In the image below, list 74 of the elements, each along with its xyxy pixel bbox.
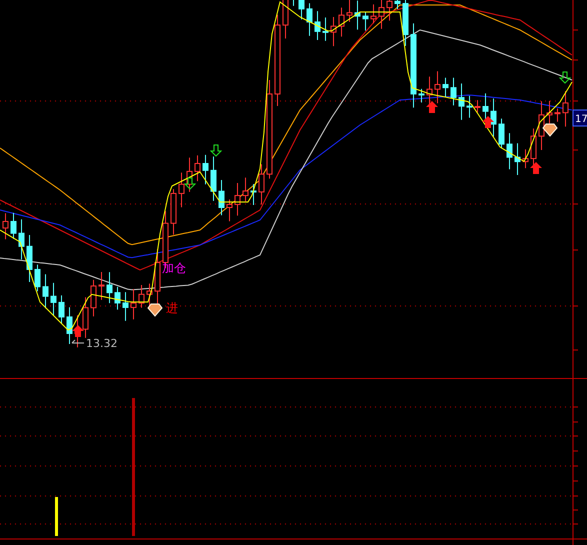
candlestick [98,271,104,300]
candlestick [354,0,360,30]
candlestick [466,95,472,118]
candlestick [506,132,512,170]
candlestick [170,188,176,236]
candlestick [42,274,48,309]
candlestick [458,83,464,120]
candlestick [426,76,432,106]
candlestick [306,2,312,36]
diamond-icon [147,304,163,317]
candlestick [34,264,40,292]
up-arrow-icon [482,116,494,128]
candlestick [250,184,256,206]
candlestick [362,11,368,32]
candlestick [82,296,88,338]
candlestick [418,88,424,103]
candlestick [234,182,240,216]
candlestick [218,179,224,216]
candlestick [474,100,480,113]
candlestick [434,70,440,104]
candlestick [130,288,136,320]
candlestick [66,306,72,344]
candlestick [322,16,328,42]
candlestick [498,118,504,150]
candlestick [194,154,200,182]
candlestick [330,16,336,47]
down-arrow-icon [184,178,196,190]
candlestick [490,98,496,138]
volume-bar [55,497,58,536]
candlestick [90,279,96,317]
candlestick [258,164,264,205]
candlestick [293,0,294,6]
candlestick [26,234,32,283]
candlestick [226,198,232,222]
candlestick [2,212,8,240]
candlestick [314,10,320,40]
up-arrow-icon [426,101,438,113]
candlestick [186,157,192,192]
candlestick [538,100,544,151]
candlestick [146,283,152,308]
down-arrow-icon [210,144,222,157]
candlestick [210,156,216,202]
candlestick [402,0,408,46]
candlestick [338,7,344,38]
diamond-icon [542,124,558,137]
candlestick [242,177,248,202]
candlestick [562,90,568,128]
candlestick [10,212,16,240]
candlestick [522,148,528,169]
candlestick [554,108,560,122]
candlestick [202,154,208,185]
low-price-label: 13.32 [86,337,118,350]
signal-label: 进 [166,301,178,315]
candlestick [178,172,184,208]
up-arrow-icon [530,162,542,174]
candlestick [18,218,24,260]
candlestick [546,100,552,124]
signal-label: 加仓 [162,261,186,275]
down-arrow-icon [558,72,572,84]
candlestick [298,0,304,20]
candlestick [58,294,64,324]
up-arrow-icon [72,325,84,337]
candlestick [442,77,448,98]
price-tag: 17 [572,110,587,126]
candlestick [394,0,400,10]
candlestick [114,286,120,310]
leader-arrow [72,340,84,344]
candlestick [138,284,144,308]
candlestick [50,282,56,316]
candlestick [106,272,112,304]
candlestick [370,4,376,24]
candlestick [122,292,128,322]
candlestick [450,77,456,106]
candlestick [514,142,520,176]
